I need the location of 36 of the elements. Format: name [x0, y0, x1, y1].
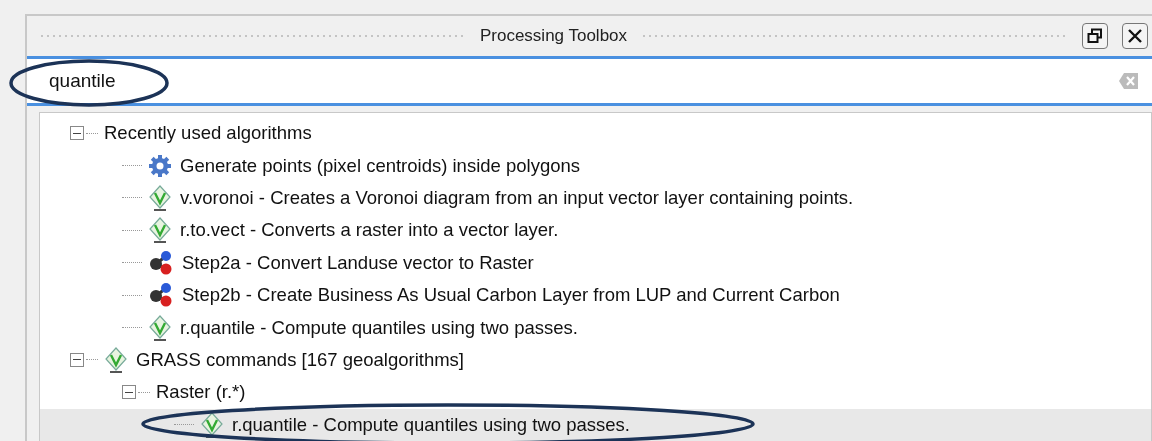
- tree-row[interactable]: GRASS commands [167 geoalgorithms]: [40, 343, 1151, 377]
- tree-row[interactable]: Step2a - Convert Landuse vector to Raster: [40, 246, 1151, 279]
- diamond-icon: [104, 345, 128, 374]
- collapse-icon[interactable]: [70, 352, 84, 367]
- float-button[interactable]: [1082, 23, 1108, 49]
- collapse-icon[interactable]: [70, 126, 84, 141]
- tree-row[interactable]: Generate points (pixel centroids) inside polygons: [40, 149, 1151, 182]
- tree-row[interactable]: Recently used algorithms: [40, 117, 1151, 150]
- tree-row[interactable]: r.quantile - Compute quantiles using two passes.: [40, 311, 1151, 344]
- connected-balls-icon: [148, 249, 174, 276]
- tree-item-label: r.quantile - Compute quantiles using two passes.: [232, 413, 630, 436]
- gear-icon: [148, 153, 172, 178]
- close-button[interactable]: [1122, 23, 1148, 49]
- tree-item-label: r.quantile - Compute quantiles using two passes.: [180, 316, 578, 339]
- panel-title: Processing Toolbox: [479, 26, 628, 46]
- tree-item-label: Step2b - Create Business As Usual Carbon Layer from LUP and Current Carbon: [182, 284, 840, 307]
- restore-icon: [1087, 28, 1103, 44]
- search-field[interactable]: quantile: [27, 56, 1152, 106]
- diamond-icon: [148, 313, 172, 342]
- tree-row[interactable]: v.voronoi - Creates a Voronoi diagram from an input vector layer containing points.: [40, 181, 1151, 215]
- tree-item-label: v.voronoi - Creates a Voronoi diagram from an input vector layer containing points.: [180, 186, 854, 209]
- tree-item-label: GRASS commands [167 geoalgorithms]: [136, 348, 464, 371]
- tree-item-label: r.to.vect - Converts a raster into a vector layer.: [180, 219, 559, 242]
- tree-row[interactable]: Step2b - Create Business As Usual Carbon Layer from LUP and Current Carbon: [40, 278, 1151, 312]
- collapse-icon[interactable]: [122, 385, 136, 400]
- diamond-icon: [148, 216, 172, 245]
- tree-row[interactable]: r.quantile - Compute quantiles using two passes.: [40, 408, 1151, 441]
- tree-item-label: Raster (r.*): [156, 381, 246, 404]
- connected-balls-icon: [148, 282, 174, 309]
- tree-item-label: Recently used algorithms: [104, 122, 312, 145]
- tree-row[interactable]: r.to.vect - Converts a raster into a vector layer.: [40, 214, 1151, 247]
- tree-item-label: Generate points (pixel centroids) inside polygons: [180, 154, 581, 177]
- close-icon: [1127, 28, 1143, 44]
- tree-item-label: Step2a - Convert Landuse vector to Raster: [182, 251, 534, 274]
- diamond-icon: [148, 183, 172, 212]
- tree-row[interactable]: Raster (r.*): [40, 376, 1151, 409]
